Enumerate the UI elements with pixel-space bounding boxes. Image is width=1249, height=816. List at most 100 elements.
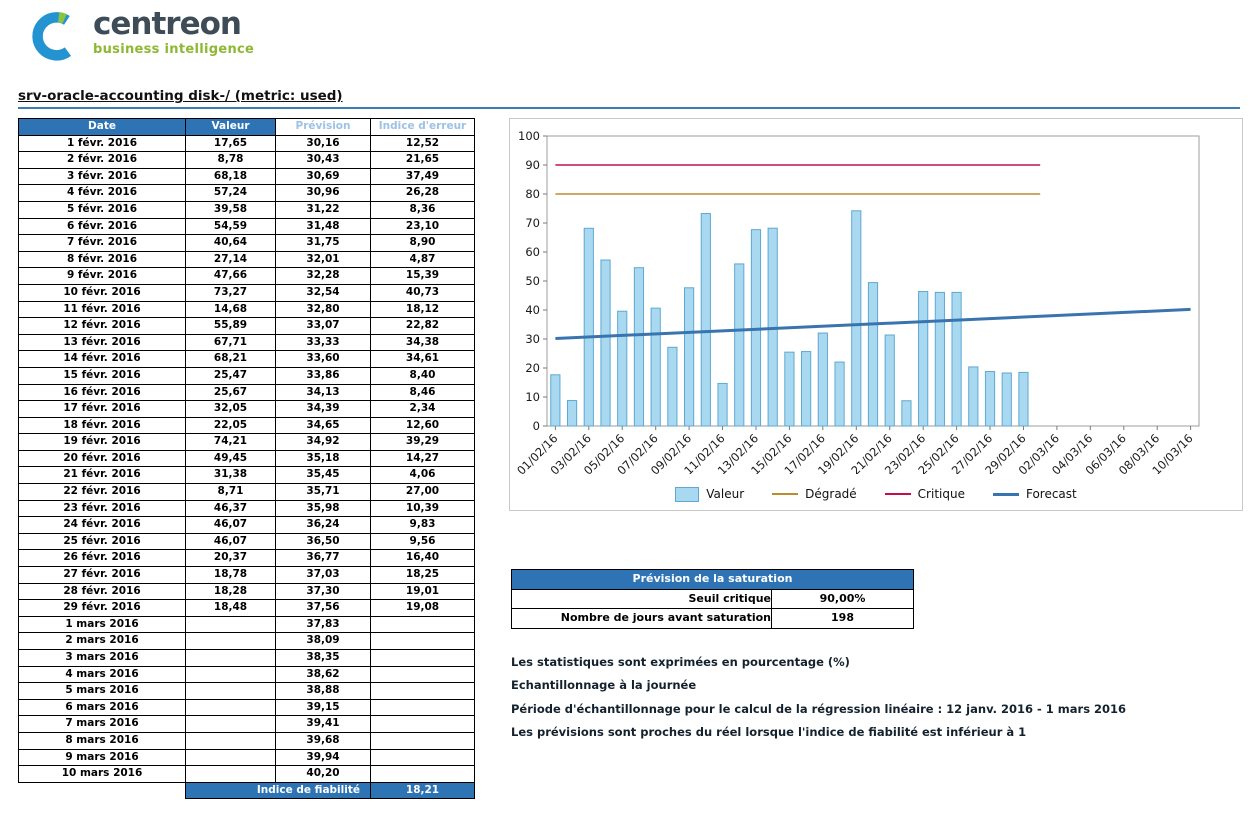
- note-line: Période d'échantillonnage pour le calcul…: [511, 702, 1241, 716]
- table-row: 22 févr. 20168,7135,7127,00: [19, 484, 475, 501]
- table-row: 1 févr. 201617,6530,1612,52: [19, 135, 475, 152]
- valeur-cell: 47,66: [186, 268, 276, 285]
- date-cell: 10 févr. 2016: [19, 284, 186, 301]
- valeur-cell: 68,18: [186, 168, 276, 185]
- critical-threshold-value: 90,00%: [772, 589, 914, 609]
- erreur-cell: 9,83: [371, 517, 475, 534]
- valeur-cell: 46,07: [186, 517, 276, 534]
- date-cell: 13 févr. 2016: [19, 334, 186, 351]
- date-cell: 23 févr. 2016: [19, 500, 186, 517]
- erreur-cell: 4,87: [371, 251, 475, 268]
- erreur-cell: [371, 749, 475, 766]
- legend-label-critique: Critique: [918, 487, 965, 501]
- value-bar: [567, 401, 576, 426]
- days-before-saturation-value: 198: [772, 609, 914, 629]
- table-row: 28 févr. 201618,2837,3019,01: [19, 583, 475, 600]
- erreur-cell: 8,46: [371, 384, 475, 401]
- table-row: 21 févr. 201631,3835,454,06: [19, 467, 475, 484]
- report-content: DateValeurPrévisionIndice d'erreur 1 fév…: [18, 118, 1241, 799]
- centreon-logo-mark: [30, 8, 84, 62]
- prevision-cell: 34,13: [276, 384, 371, 401]
- erreur-cell: 18,25: [371, 567, 475, 584]
- table-row: 5 févr. 201639,5831,228,36: [19, 201, 475, 218]
- erreur-cell: 2,34: [371, 401, 475, 418]
- table-row: 18 févr. 201622,0534,6512,60: [19, 417, 475, 434]
- valeur-cell: 25,47: [186, 367, 276, 384]
- table-row: 19 févr. 201674,2134,9239,29: [19, 434, 475, 451]
- date-cell: 2 févr. 2016: [19, 152, 186, 169]
- y-tick-label: 0: [533, 419, 540, 433]
- value-bar: [1019, 372, 1028, 426]
- prevision-cell: 38,62: [276, 666, 371, 683]
- date-cell: 6 mars 2016: [19, 699, 186, 716]
- y-tick-label: 10: [525, 390, 540, 404]
- date-cell: 26 févr. 2016: [19, 550, 186, 567]
- erreur-cell: 16,40: [371, 550, 475, 567]
- valeur-cell: 73,27: [186, 284, 276, 301]
- y-tick-label: 80: [525, 187, 540, 201]
- value-bar: [935, 292, 944, 426]
- valeur-cell: 46,07: [186, 533, 276, 550]
- valeur-cell: 54,59: [186, 218, 276, 235]
- value-bar: [718, 383, 727, 426]
- valeur-cell: 74,21: [186, 434, 276, 451]
- prevision-cell: 33,60: [276, 351, 371, 368]
- title-divider: [18, 107, 1240, 109]
- erreur-cell: 19,01: [371, 583, 475, 600]
- prevision-cell: 38,88: [276, 683, 371, 700]
- table-row: 2 mars 201638,09: [19, 633, 475, 650]
- table-row: 8 mars 201639,68: [19, 732, 475, 749]
- table-row: 26 févr. 201620,3736,7716,40: [19, 550, 475, 567]
- valeur-cell: 31,38: [186, 467, 276, 484]
- valeur-cell: 18,78: [186, 567, 276, 584]
- valeur-cell: [186, 766, 276, 783]
- date-cell: 19 févr. 2016: [19, 434, 186, 451]
- erreur-cell: 27,00: [371, 484, 475, 501]
- prevision-cell: 34,65: [276, 417, 371, 434]
- date-cell: 29 févr. 2016: [19, 600, 186, 617]
- prevision-cell: 39,94: [276, 749, 371, 766]
- legend-swatch-critique: [885, 493, 911, 495]
- date-cell: 3 févr. 2016: [19, 168, 186, 185]
- valeur-cell: [186, 732, 276, 749]
- erreur-cell: 8,90: [371, 235, 475, 252]
- table-row: 8 févr. 201627,1432,014,87: [19, 251, 475, 268]
- y-tick-label: 30: [525, 332, 540, 346]
- valeur-cell: [186, 699, 276, 716]
- prevision-cell: 30,96: [276, 185, 371, 202]
- date-cell: 7 févr. 2016: [19, 235, 186, 252]
- fiability-index-value: 18,21: [371, 782, 475, 799]
- erreur-cell: [371, 683, 475, 700]
- prevision-cell: 37,03: [276, 567, 371, 584]
- legend-item-degrade: Dégradé: [772, 487, 857, 501]
- erreur-cell: 9,56: [371, 533, 475, 550]
- report-notes: Les statistiques sont exprimées en pourc…: [511, 655, 1241, 740]
- date-cell: 1 févr. 2016: [19, 135, 186, 152]
- valeur-cell: 17,65: [186, 135, 276, 152]
- value-bar: [601, 260, 610, 426]
- column-header-prevision: Prévision: [276, 119, 371, 136]
- valeur-cell: [186, 749, 276, 766]
- prevision-cell: 35,45: [276, 467, 371, 484]
- prevision-cell: 37,56: [276, 600, 371, 617]
- saturation-row: Nombre de jours avant saturation 198: [512, 609, 914, 629]
- date-cell: 15 févr. 2016: [19, 367, 186, 384]
- date-cell: 22 févr. 2016: [19, 484, 186, 501]
- table-row: 2 févr. 20168,7830,4321,65: [19, 152, 475, 169]
- table-row: 10 févr. 201673,2732,5440,73: [19, 284, 475, 301]
- date-cell: 17 févr. 2016: [19, 401, 186, 418]
- legend-swatch-degrade: [772, 493, 798, 495]
- prevision-cell: 40,20: [276, 766, 371, 783]
- saturation-row: Seuil critique 90,00%: [512, 589, 914, 609]
- prevision-cell: 39,41: [276, 716, 371, 733]
- prevision-cell: 30,43: [276, 152, 371, 169]
- date-cell: 2 mars 2016: [19, 633, 186, 650]
- note-line: Les prévisions sont proches du réel lors…: [511, 725, 1241, 739]
- value-bar: [735, 264, 744, 426]
- y-tick-label: 40: [525, 303, 540, 317]
- centreon-logo: centreon business intelligence: [30, 8, 254, 62]
- y-tick-label: 50: [525, 274, 540, 288]
- prevision-cell: 32,80: [276, 301, 371, 318]
- prevision-cell: 35,71: [276, 484, 371, 501]
- date-cell: 1 mars 2016: [19, 616, 186, 633]
